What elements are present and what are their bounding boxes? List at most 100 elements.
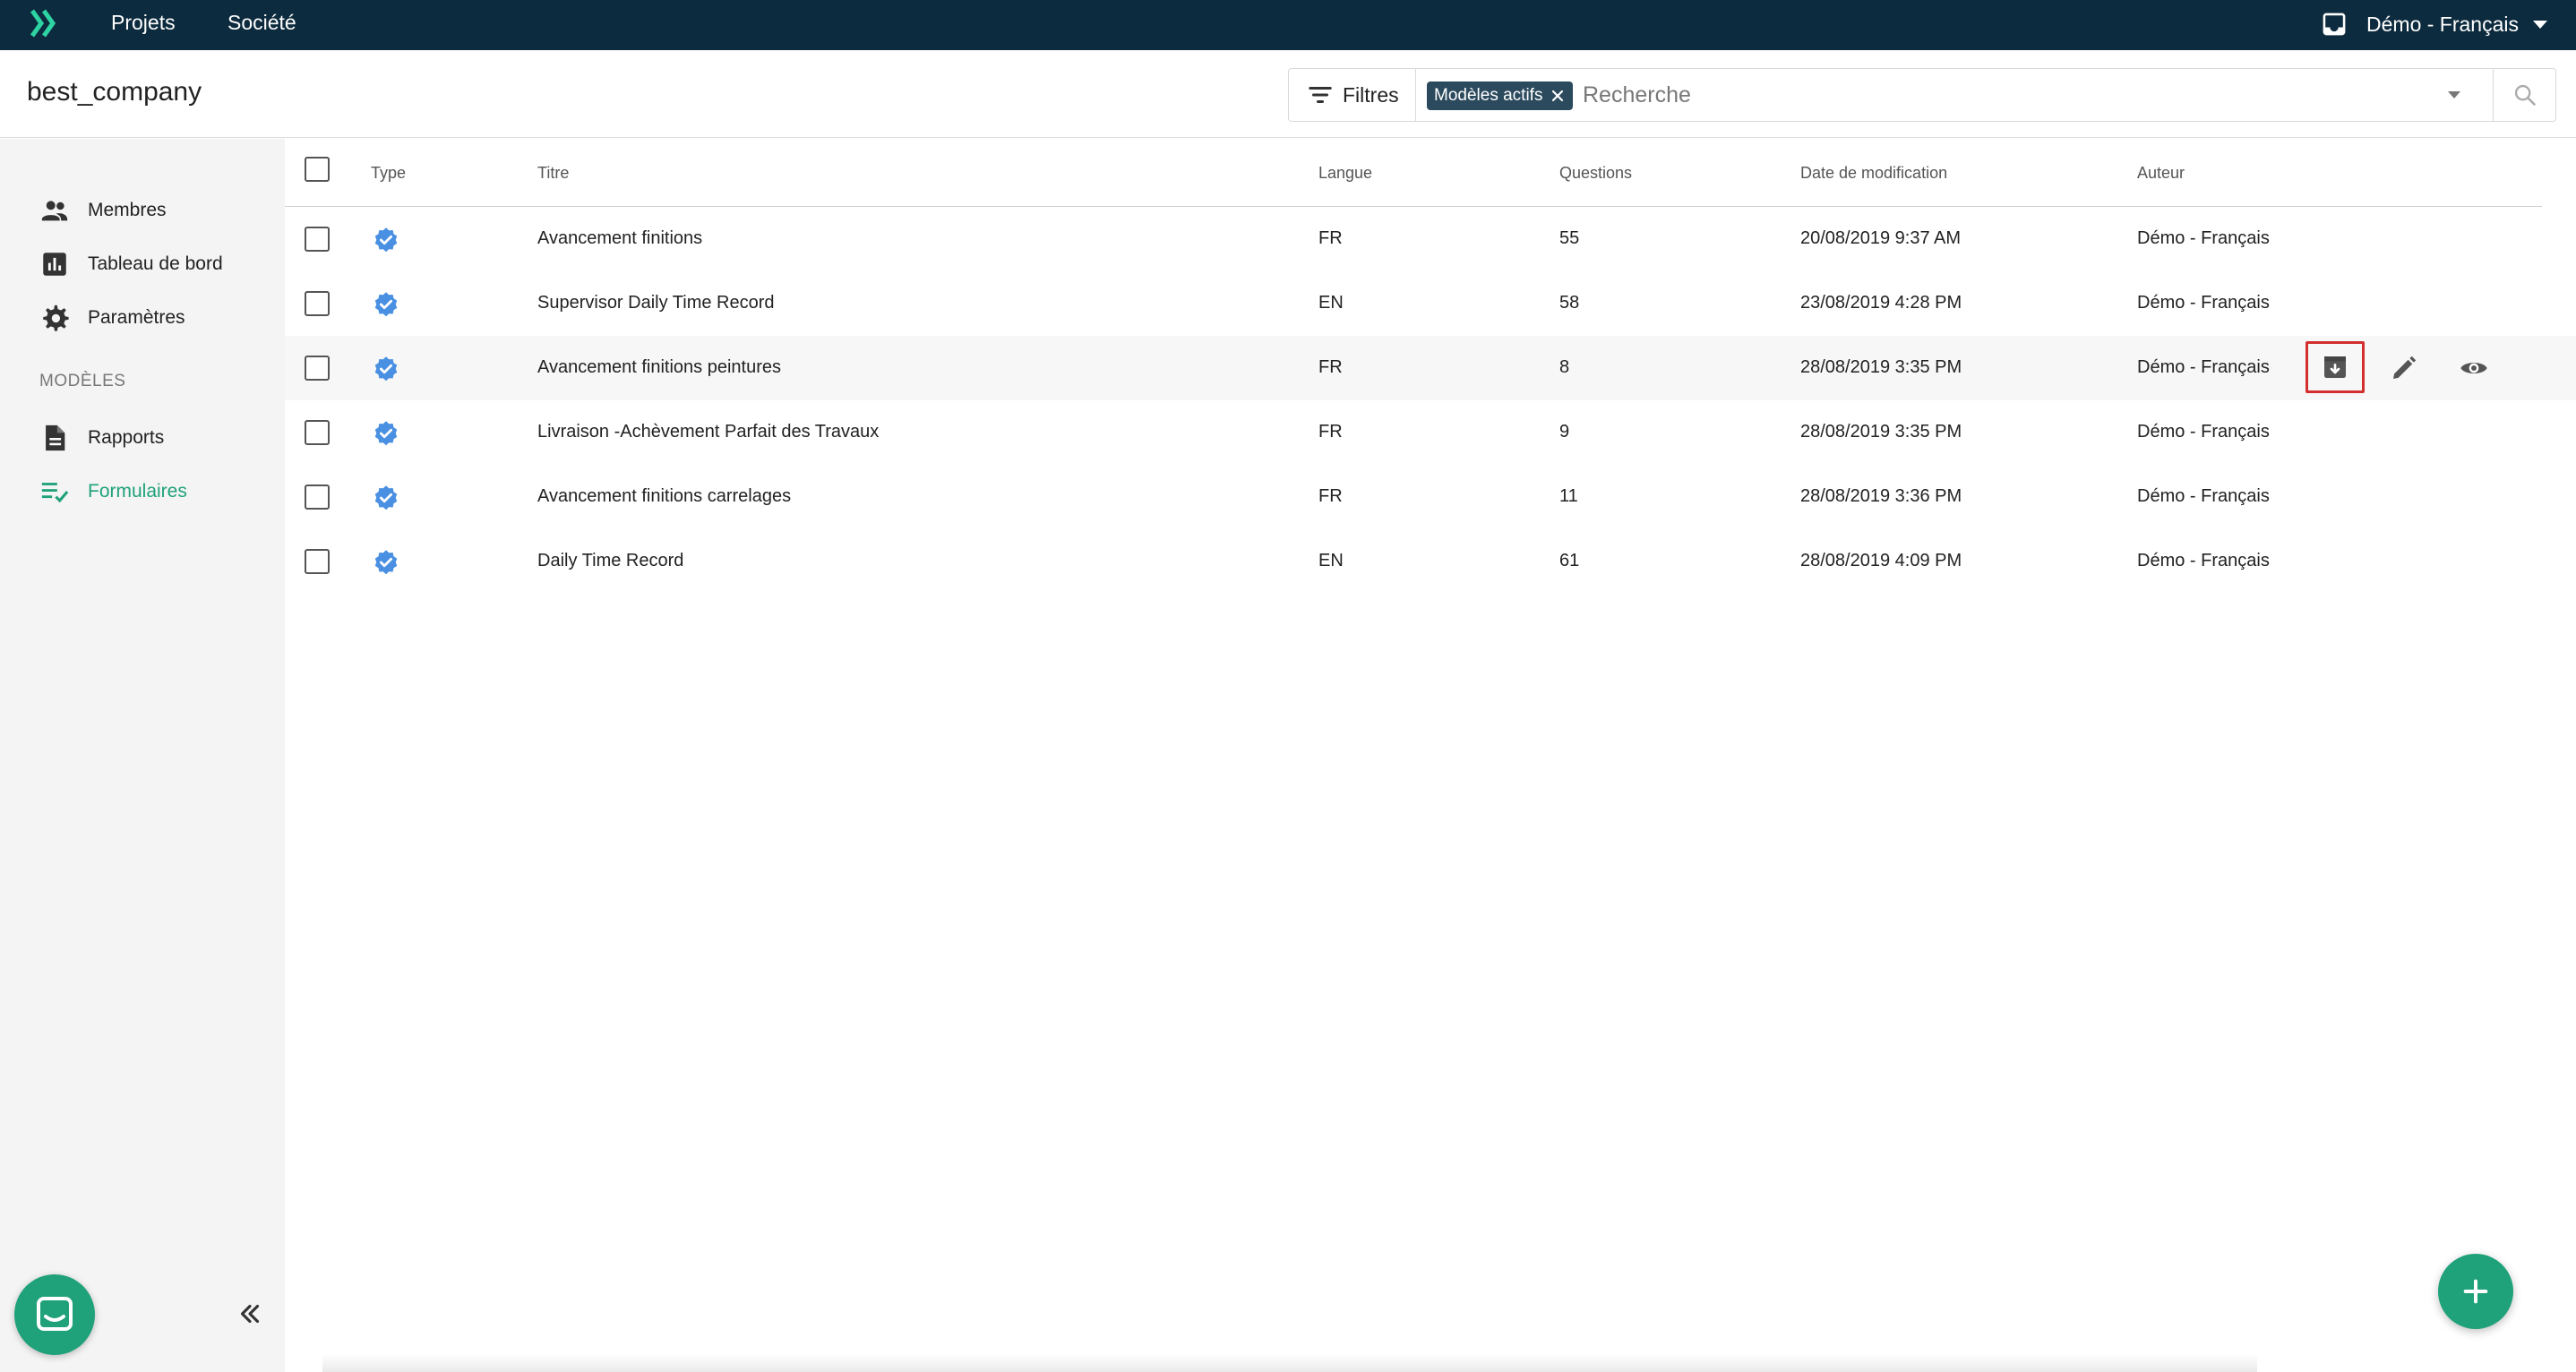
row-author: Démo - Français [2137, 228, 2270, 248]
sidebar-item-tableau-de-bord[interactable]: Tableau de bord [39, 246, 223, 282]
row-language: FR [1318, 486, 1343, 506]
row-language: FR [1318, 357, 1343, 377]
table-header: Type Titre Langue Questions Date de modi… [285, 139, 2542, 207]
plus-icon [2463, 1279, 2488, 1304]
row-checkbox[interactable] [305, 420, 330, 445]
row-modified: 23/08/2019 4:28 PM [1800, 293, 1962, 313]
row-title[interactable]: Daily Time Record [537, 551, 683, 571]
row-title[interactable]: Avancement finitions carrelages [537, 486, 791, 507]
column-type[interactable]: Type [371, 164, 406, 183]
row-language: FR [1318, 228, 1343, 248]
verified-badge-icon [374, 356, 398, 382]
bar-chart-icon [43, 253, 66, 276]
table-row[interactable]: Avancement finitions FR 55 20/08/2019 9:37 … [285, 207, 2576, 271]
sidebar-item-label: Membres [88, 200, 167, 220]
table-row[interactable]: Avancement finitions carrelages FR 11 28/08… [285, 465, 2576, 529]
table-row[interactable]: Daily Time Record EN 61 28/08/2019 4:09 PM D… [285, 529, 2576, 594]
row-author: Démo - Français [2137, 422, 2270, 442]
row-checkbox[interactable] [305, 549, 330, 574]
collapse-sidebar-icon[interactable] [235, 1299, 265, 1329]
preview-button[interactable] [2452, 347, 2495, 390]
row-questions: 61 [1559, 551, 1580, 570]
document-icon [46, 424, 65, 451]
row-modified: 20/08/2019 9:37 AM [1800, 228, 1962, 248]
verified-badge-icon [374, 550, 398, 575]
row-title[interactable]: Supervisor Daily Time Record [537, 293, 775, 313]
row-title[interactable]: Avancement finitions [537, 228, 702, 249]
bottom-shadow [322, 1354, 2257, 1372]
sidebar: Membres Tableau de bord Paramètres MODÈL… [0, 139, 285, 1372]
page-title: best_company [27, 77, 202, 107]
checklist-icon [41, 483, 69, 503]
row-author: Démo - Français [2137, 486, 2270, 506]
filters-label: Filtres [1343, 82, 1399, 107]
column-questions[interactable]: Questions [1559, 164, 1632, 183]
user-name[interactable]: Démo - Français [2366, 13, 2519, 37]
nav-societe[interactable]: Société [228, 0, 296, 45]
row-modified: 28/08/2019 3:35 PM [1800, 422, 1962, 442]
table-row[interactable]: Livraison -Achèvement Parfait des Travau… [285, 400, 2576, 465]
search-icon [2514, 84, 2536, 106]
chevron-logo-icon[interactable] [29, 7, 61, 39]
row-modified: 28/08/2019 4:09 PM [1800, 551, 1962, 570]
column-author[interactable]: Auteur [2137, 164, 2185, 183]
table-row[interactable]: Supervisor Daily Time Record EN 58 23/08/20… [285, 271, 2576, 336]
row-author: Démo - Français [2137, 357, 2270, 377]
nav-projets[interactable]: Projets [111, 0, 176, 45]
forms-table: Type Titre Langue Questions Date de modi… [285, 139, 2576, 1372]
row-modified: 28/08/2019 3:35 PM [1800, 357, 1962, 377]
row-checkbox[interactable] [305, 356, 330, 381]
row-questions: 9 [1559, 422, 1570, 442]
row-checkbox[interactable] [305, 291, 330, 316]
sidebar-item-membres[interactable]: Membres [39, 193, 167, 228]
row-title[interactable]: Avancement finitions peintures [537, 357, 781, 378]
row-questions: 11 [1559, 486, 1578, 506]
sidebar-item-label: Tableau de bord [88, 253, 223, 274]
row-title[interactable]: Livraison -Achèvement Parfait des Travau… [537, 422, 879, 442]
verified-badge-icon [374, 485, 398, 510]
row-questions: 55 [1559, 228, 1580, 248]
close-icon[interactable] [1550, 88, 1566, 104]
page-header: best_company Filtres Modèles actifs [0, 50, 2576, 138]
sidebar-item-rapports[interactable]: Rapports [39, 420, 164, 456]
column-language[interactable]: Langue [1318, 164, 1372, 183]
archive-button[interactable] [2306, 341, 2365, 393]
search-bar: Filtres Modèles actifs [1288, 68, 2556, 122]
row-author: Démo - Français [2137, 551, 2270, 570]
user-menu[interactable]: Démo - Français [2322, 0, 2547, 48]
row-language: EN [1318, 293, 1344, 313]
row-language: FR [1318, 422, 1343, 442]
verified-badge-icon [374, 292, 398, 317]
sidebar-item-formulaires[interactable]: Formulaires [39, 474, 187, 510]
select-all-checkbox[interactable] [305, 157, 330, 182]
row-checkbox[interactable] [305, 227, 330, 252]
chevron-down-icon[interactable] [2448, 91, 2460, 99]
sidebar-item-label: Paramètres [88, 307, 185, 328]
search-input[interactable] [1583, 78, 2425, 112]
column-title[interactable]: Titre [537, 164, 569, 183]
sidebar-item-parametres[interactable]: Paramètres [39, 300, 185, 336]
archive-icon [2324, 356, 2346, 378]
people-icon [41, 201, 68, 221]
row-author: Démo - Français [2137, 293, 2270, 313]
eye-icon [2460, 363, 2487, 373]
chat-launcher-button[interactable] [14, 1274, 95, 1355]
column-modified[interactable]: Date de modification [1800, 164, 1947, 183]
active-filter-chip: Modèles actifs [1427, 81, 1574, 110]
table-row[interactable]: Avancement finitions peintures FR 8 28/08/2… [285, 336, 2576, 400]
sidebar-section-label: MODÈLES [39, 372, 126, 390]
verified-badge-icon [374, 421, 398, 446]
pencil-icon [2393, 356, 2417, 379]
verified-badge-icon [374, 227, 398, 253]
edit-button[interactable] [2383, 347, 2426, 390]
row-questions: 58 [1559, 293, 1580, 313]
chevron-down-icon[interactable] [2533, 20, 2547, 29]
search-button[interactable] [2493, 69, 2555, 121]
row-checkbox[interactable] [305, 484, 330, 510]
add-form-button[interactable] [2438, 1254, 2513, 1329]
row-questions: 8 [1559, 357, 1570, 377]
top-navigation-bar: Projets Société Démo - Français [0, 0, 2576, 50]
inbox-icon[interactable] [2322, 12, 2347, 37]
filters-button[interactable]: Filtres [1289, 69, 1416, 121]
sidebar-item-label: Formulaires [88, 481, 187, 502]
